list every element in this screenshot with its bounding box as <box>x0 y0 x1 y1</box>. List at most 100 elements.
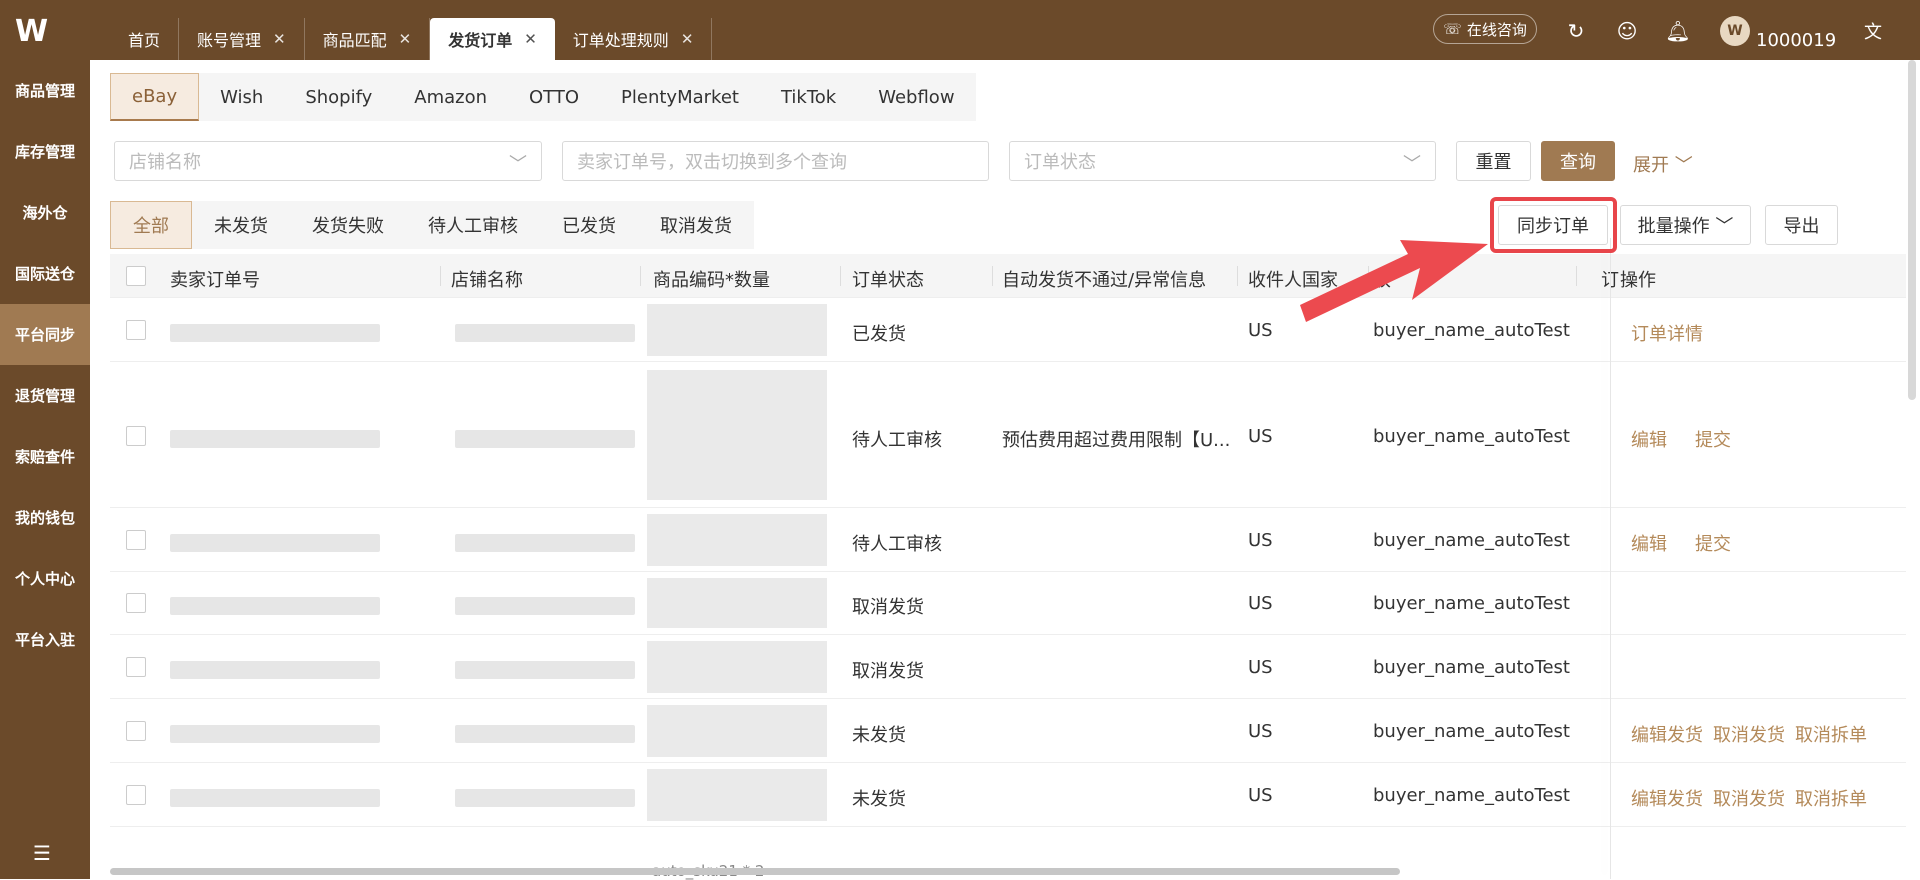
platform-tab-webflow[interactable]: Webflow <box>857 73 975 121</box>
sidebar-item-intl[interactable]: 国际送仓 <box>0 243 90 304</box>
vertical-scrollbar[interactable] <box>1908 60 1916 400</box>
redacted-order-number <box>170 725 380 743</box>
table-row[interactable]: 待人工审核 预估费用超过费用限制【U... US buyer_name_auto… <box>110 362 1906 508</box>
table-row[interactable]: 已发货 US buyer_name_autoTest 订单详情 <box>110 298 1906 362</box>
edit-link[interactable]: 编辑 <box>1631 426 1667 452</box>
avatar[interactable]: W <box>1720 16 1750 46</box>
status-placeholder: 订单状态 <box>1024 152 1096 173</box>
redacted-store <box>455 661 635 679</box>
platform-tab-plentymarket[interactable]: PlentyMarket <box>600 73 760 121</box>
tab-product-match[interactable]: 商品匹配 ✕ <box>305 18 431 60</box>
row-checkbox[interactable] <box>126 785 146 805</box>
logo: W <box>15 14 48 49</box>
recipient-country: US <box>1248 785 1273 806</box>
redacted-order-number <box>170 430 380 448</box>
status-tab-failed[interactable]: 发货失败 <box>290 201 406 249</box>
order-detail-link[interactable]: 订单详情 <box>1631 320 1703 346</box>
reset-button[interactable]: 重置 <box>1456 141 1531 181</box>
redacted-sku <box>647 641 827 693</box>
platform-tabs: eBay Wish Shopify Amazon OTTO PlentyMark… <box>110 73 976 121</box>
recipient-name: buyer_name_autoTest <box>1373 593 1570 614</box>
sidebar-item-onboarding[interactable]: 平台入驻 <box>0 609 90 670</box>
tab-label: 首页 <box>128 31 161 50</box>
submit-link[interactable]: 提交 <box>1695 530 1731 556</box>
sidebar-item-platform-sync[interactable]: 平台同步 <box>0 304 90 365</box>
tab-shipping-orders[interactable]: 发货订单 ✕ <box>430 18 555 60</box>
chevron-down-icon: ﹀ <box>1674 155 1693 176</box>
table-row[interactable]: 取消发货 US buyer_name_autoTest <box>110 635 1906 699</box>
row-checkbox[interactable] <box>126 426 146 446</box>
order-status-select[interactable]: 订单状态 ﹀ <box>1009 141 1436 181</box>
order-number-input[interactable]: 卖家订单号，双击切换到多个查询 <box>562 141 989 181</box>
row-checkbox[interactable] <box>126 721 146 741</box>
sidebar-item-wallet[interactable]: 我的钱包 <box>0 487 90 548</box>
translate-icon[interactable]: 文 <box>1860 18 1886 44</box>
tab-order-rules[interactable]: 订单处理规则 ✕ <box>555 18 713 60</box>
table-header: 卖家订单号 店铺名称 商品编码*数量 订单状态 自动发货不通过/异常信息 收件人… <box>110 254 1906 298</box>
redacted-sku <box>647 304 827 356</box>
row-checkbox[interactable] <box>126 593 146 613</box>
row-checkbox[interactable] <box>126 657 146 677</box>
order-status: 未发货 <box>852 789 906 810</box>
cancel-split-link[interactable]: 取消拆单 <box>1795 785 1867 811</box>
platform-tab-ebay[interactable]: eBay <box>110 73 200 121</box>
store-select[interactable]: 店铺名称 ﹀ <box>114 141 542 181</box>
select-all-checkbox[interactable] <box>126 266 146 286</box>
table-row[interactable]: 未发货 US buyer_name_autoTest 编辑发货 取消发货 取消拆… <box>110 763 1906 827</box>
submit-link[interactable]: 提交 <box>1695 426 1731 452</box>
collapse-menu-icon[interactable]: ☰ <box>33 841 51 865</box>
redacted-sku <box>647 370 827 500</box>
status-tab-cancelled[interactable]: 取消发货 <box>638 201 754 249</box>
platform-tab-shopify[interactable]: Shopify <box>284 73 393 121</box>
edit-link[interactable]: 编辑 <box>1631 530 1667 556</box>
highlight-box <box>1490 197 1617 253</box>
user-id[interactable]: 1000019 <box>1756 30 1836 51</box>
col-actions: 操作 <box>1620 270 1656 291</box>
close-icon[interactable]: ✕ <box>273 30 286 48</box>
cancel-split-link[interactable]: 取消拆单 <box>1795 721 1867 747</box>
sidebar-item-inventory[interactable]: 库存管理 <box>0 121 90 182</box>
recipient-country: US <box>1248 426 1273 447</box>
status-tab-review[interactable]: 待人工审核 <box>406 201 540 249</box>
sidebar-item-products[interactable]: 商品管理 <box>0 60 90 121</box>
order-status: 待人工审核 <box>852 534 942 555</box>
row-checkbox[interactable] <box>126 530 146 550</box>
status-tab-all[interactable]: 全部 <box>110 201 192 249</box>
sidebar-item-overseas[interactable]: 海外仓 <box>0 182 90 243</box>
table-row[interactable]: 取消发货 US buyer_name_autoTest <box>110 572 1906 635</box>
horizontal-scrollbar[interactable] <box>110 868 1400 875</box>
redacted-sku <box>647 514 827 566</box>
platform-tab-otto[interactable]: OTTO <box>508 73 600 121</box>
edit-ship-link[interactable]: 编辑发货 <box>1631 721 1703 747</box>
sidebar-item-profile[interactable]: 个人中心 <box>0 548 90 609</box>
expand-button[interactable]: 展开 ﹀ <box>1633 151 1693 177</box>
cancel-ship-link[interactable]: 取消发货 <box>1713 721 1785 747</box>
status-tab-shipped[interactable]: 已发货 <box>540 201 638 249</box>
tab-label: 商品匹配 <box>322 31 387 50</box>
export-button[interactable]: 导出 <box>1765 205 1838 245</box>
cancel-ship-link[interactable]: 取消发货 <box>1713 785 1785 811</box>
smile-icon[interactable]: ☺ <box>1614 18 1640 44</box>
online-consult-button[interactable]: ☏ 在线咨询 <box>1433 14 1537 44</box>
batch-actions-button[interactable]: 批量操作 ﹀ <box>1620 205 1751 245</box>
status-tab-unshipped[interactable]: 未发货 <box>192 201 290 249</box>
edit-ship-link[interactable]: 编辑发货 <box>1631 785 1703 811</box>
row-checkbox[interactable] <box>126 320 146 340</box>
sidebar-item-returns[interactable]: 退货管理 <box>0 365 90 426</box>
recipient-name: buyer_name_autoTest <box>1373 320 1570 341</box>
table-row[interactable]: 待人工审核 US buyer_name_autoTest 编辑 提交 <box>110 508 1906 572</box>
close-icon[interactable]: ✕ <box>399 30 412 48</box>
sidebar-item-claims[interactable]: 索赔查件 <box>0 426 90 487</box>
close-icon[interactable]: ✕ <box>681 30 694 48</box>
platform-tab-tiktok[interactable]: TikTok <box>760 73 857 121</box>
tab-home[interactable]: 首页 <box>110 18 180 60</box>
table-row[interactable]: 未发货 US buyer_name_autoTest 编辑发货 取消发货 取消拆… <box>110 699 1906 763</box>
query-button[interactable]: 查询 <box>1541 141 1615 181</box>
platform-tab-wish[interactable]: Wish <box>199 73 284 121</box>
bell-icon[interactable]: 🔔︎ <box>1665 18 1691 44</box>
tab-account[interactable]: 账号管理 ✕ <box>179 18 305 60</box>
order-placeholder: 卖家订单号，双击切换到多个查询 <box>577 152 847 173</box>
close-icon[interactable]: ✕ <box>524 30 537 48</box>
platform-tab-amazon[interactable]: Amazon <box>393 73 508 121</box>
refresh-icon[interactable]: ↻ <box>1563 18 1589 44</box>
